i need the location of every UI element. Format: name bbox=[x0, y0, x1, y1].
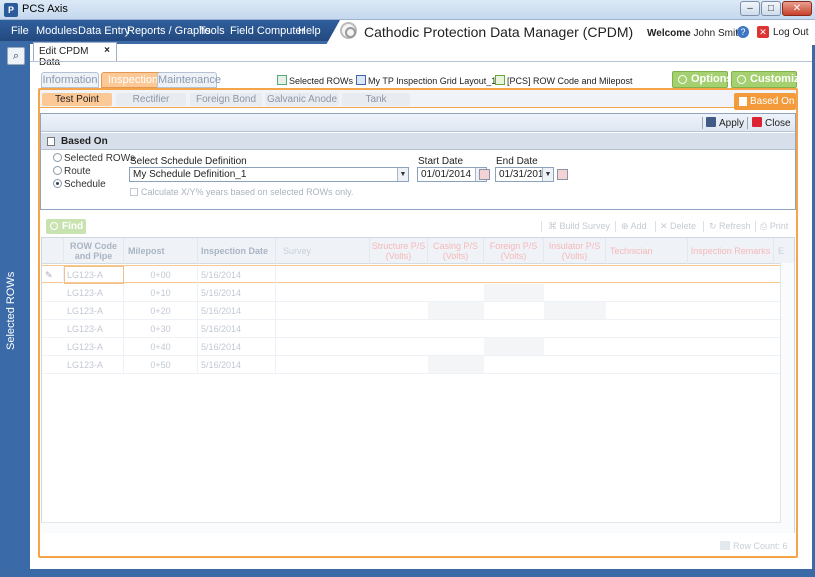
options-button[interactable]: Options bbox=[672, 71, 733, 88]
gear-icon bbox=[678, 75, 687, 84]
menu-help[interactable]: Help bbox=[298, 25, 321, 37]
add-button[interactable]: ⊕ Add bbox=[621, 221, 647, 232]
pcs-logo-icon: P bbox=[4, 3, 18, 17]
row-edit-icon: ✎ bbox=[42, 266, 64, 284]
row-count-icon bbox=[720, 541, 730, 550]
selected-rows-icon bbox=[277, 75, 287, 85]
panel-header: Based On bbox=[41, 133, 795, 150]
row-code-button[interactable]: [PCS] ROW Code and Milepost bbox=[495, 75, 633, 86]
col-casing-ps[interactable]: Casing P/S (Volts) bbox=[428, 238, 484, 264]
table-row[interactable]: LG123-A 0+20 5/16/2014 bbox=[42, 302, 782, 320]
window-title: PCS Axis bbox=[22, 3, 68, 15]
radio-route[interactable]: Route bbox=[53, 166, 91, 177]
inspection-table: ROW Code and Pipe Milepost Inspection Da… bbox=[41, 237, 795, 533]
chevron-down-icon[interactable]: ▼ bbox=[397, 168, 408, 181]
col-e[interactable]: E bbox=[774, 238, 794, 264]
end-date-dropdown[interactable]: ▼ bbox=[542, 167, 554, 182]
table-row[interactable]: ✎ LG123-A 0+00 5/16/2014 bbox=[42, 265, 782, 284]
row-count: Row Count: 6 bbox=[720, 541, 788, 551]
col-structure-ps[interactable]: Structure P/S (Volts) bbox=[370, 238, 428, 264]
search-icon[interactable]: ⌕ bbox=[7, 47, 25, 65]
sidebar-label[interactable]: Selected ROWs bbox=[5, 272, 17, 350]
window-close-button[interactable]: ✕ bbox=[782, 1, 812, 16]
window-title-bar: P PCS Axis – □ ✕ bbox=[0, 0, 815, 20]
panel-header-icon bbox=[47, 137, 55, 146]
customize-button[interactable]: Customize bbox=[731, 71, 806, 88]
based-on-icon bbox=[739, 97, 747, 106]
user-name: John Smith bbox=[693, 28, 744, 39]
end-date-label: End Date bbox=[496, 156, 538, 167]
close-tab-icon[interactable]: × bbox=[104, 45, 110, 56]
start-date-field[interactable]: 01/01/2014 bbox=[417, 167, 476, 182]
welcome-text: Welcome John Smith bbox=[647, 28, 744, 39]
tab-edit-cpdm-data[interactable]: Edit CPDM Data × bbox=[33, 42, 117, 68]
panel-toolbar bbox=[41, 114, 795, 132]
table-header: ROW Code and Pipe Milepost Inspection Da… bbox=[42, 238, 794, 264]
col-foreign-ps[interactable]: Foreign P/S (Volts) bbox=[484, 238, 544, 264]
subtab-rectifier[interactable]: Rectifier bbox=[116, 93, 186, 106]
build-survey-button[interactable]: ⌘ Build Survey bbox=[548, 221, 610, 232]
table-row[interactable]: LG123-A 0+50 5/16/2014 bbox=[42, 356, 782, 374]
vertical-scrollbar[interactable] bbox=[780, 263, 794, 533]
subtab-tank[interactable]: Tank bbox=[342, 93, 410, 106]
calendar-icon[interactable] bbox=[479, 169, 490, 180]
apply-button[interactable]: Apply bbox=[706, 117, 744, 129]
menu-tools[interactable]: Tools bbox=[199, 25, 225, 37]
col-insulator-ps[interactable]: Insulator P/S (Volts) bbox=[544, 238, 606, 264]
delete-button[interactable]: ✕ Delete bbox=[660, 221, 696, 232]
find-icon bbox=[50, 222, 58, 230]
radio-schedule[interactable]: Schedule bbox=[53, 179, 106, 190]
table-row[interactable]: LG123-A 0+30 5/16/2014 bbox=[42, 320, 782, 338]
col-survey[interactable]: Survey bbox=[276, 238, 370, 264]
tab-maintenance[interactable]: Maintenance bbox=[157, 72, 221, 88]
panel-close-button[interactable]: Close bbox=[752, 117, 791, 129]
calculate-years-checkbox[interactable]: Calculate X/Y% years based on selected R… bbox=[130, 187, 353, 197]
menu-file[interactable]: File bbox=[11, 25, 29, 37]
start-date-label: Start Date bbox=[418, 156, 464, 167]
cpdm-logo-icon bbox=[340, 22, 357, 39]
schedule-definition-label: Select Schedule Definition bbox=[130, 156, 247, 167]
radio-selected-rows[interactable]: Selected ROWs bbox=[53, 153, 135, 164]
selected-rows-button[interactable]: Selected ROWs bbox=[277, 75, 353, 86]
menu-data-entry[interactable]: Data Entry bbox=[78, 25, 130, 37]
maximize-button[interactable]: □ bbox=[761, 1, 781, 16]
minimize-button[interactable]: – bbox=[740, 1, 760, 16]
tab-inspection[interactable]: Inspection bbox=[101, 72, 165, 88]
pcs-filter-icon bbox=[495, 75, 505, 85]
logout-link[interactable]: Log Out bbox=[773, 27, 809, 38]
grid-layout-button[interactable]: My TP Inspection Grid Layout_1 bbox=[356, 75, 496, 86]
help-icon[interactable]: ? bbox=[737, 26, 749, 38]
app-title: Cathodic Protection Data Manager (CPDM) bbox=[364, 24, 634, 40]
grid-icon bbox=[356, 75, 366, 85]
col-row-code[interactable]: ROW Code and Pipe bbox=[64, 238, 124, 264]
save-icon bbox=[706, 117, 716, 127]
col-inspection-date[interactable]: Inspection Date bbox=[198, 238, 276, 264]
close-icon bbox=[752, 117, 762, 127]
table-row[interactable]: LG123-A 0+10 5/16/2014 bbox=[42, 284, 782, 302]
table-row[interactable]: LG123-A 0+40 5/16/2014 bbox=[42, 338, 782, 356]
active-cell bbox=[64, 266, 124, 284]
subtab-foreign-bond[interactable]: Foreign Bond bbox=[190, 93, 262, 106]
find-button[interactable]: Find bbox=[46, 219, 86, 234]
menu-modules[interactable]: Modules bbox=[36, 25, 78, 37]
schedule-definition-select[interactable]: My Schedule Definition_1 ▼ bbox=[129, 167, 409, 182]
print-button[interactable]: ⎙ Print bbox=[760, 221, 788, 232]
chevron-down-icon[interactable]: ▼ bbox=[542, 168, 553, 181]
horizontal-scrollbar[interactable] bbox=[41, 522, 781, 533]
calendar-icon[interactable] bbox=[557, 169, 568, 180]
logout-icon[interactable]: ✕ bbox=[757, 26, 769, 38]
based-on-tab[interactable]: Based On bbox=[734, 93, 796, 110]
col-technician[interactable]: Technician bbox=[606, 238, 688, 264]
subtab-test-point[interactable]: Test Point bbox=[42, 93, 112, 106]
tab-information[interactable]: Information bbox=[41, 72, 99, 88]
menu-field-computer[interactable]: Field Computer bbox=[230, 25, 305, 37]
col-milepost[interactable]: Milepost bbox=[124, 238, 198, 264]
wrench-icon bbox=[737, 75, 746, 84]
col-inspection-remarks[interactable]: Inspection Remarks bbox=[688, 238, 774, 264]
refresh-button[interactable]: ↻ Refresh bbox=[709, 221, 751, 232]
subtab-galvanic-anode[interactable]: Galvanic Anode bbox=[265, 93, 339, 106]
